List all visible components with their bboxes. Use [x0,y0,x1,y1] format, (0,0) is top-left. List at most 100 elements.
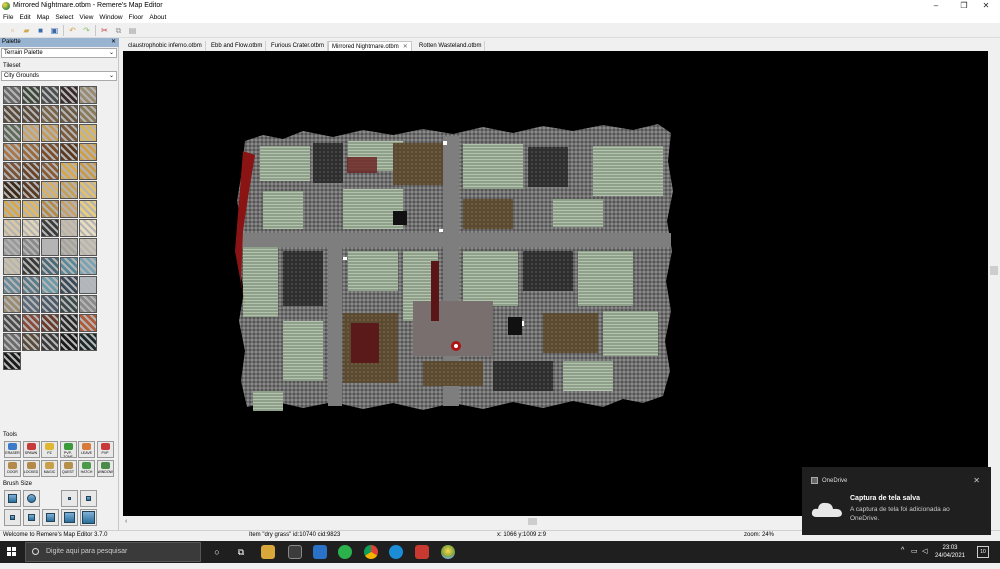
terrain-tile[interactable] [41,238,59,256]
terrain-tile[interactable] [79,200,97,218]
terrain-tile[interactable] [41,219,59,237]
terrain-tile[interactable] [41,143,59,161]
terrain-tile[interactable] [3,314,21,332]
brush-size-6[interactable] [61,509,78,526]
tab-ebb-and-flow[interactable]: Ebb and Flow.otbm [208,41,267,51]
terrain-tile[interactable] [3,257,21,275]
brush-size-3[interactable] [4,509,21,526]
terrain-tile[interactable] [60,105,78,123]
snip-tool-icon[interactable] [415,545,429,559]
menu-map[interactable]: Map [34,12,53,23]
terrain-tile[interactable] [3,181,21,199]
terrain-tile[interactable] [41,333,59,351]
terrain-tile[interactable] [60,257,78,275]
terrain-tile[interactable] [22,276,40,294]
save-all-icon[interactable]: ▣ [49,25,60,36]
scroll-left-icon[interactable]: ‹ [125,516,127,527]
terrain-tile[interactable] [41,200,59,218]
terrain-tile[interactable] [79,238,97,256]
mail-icon[interactable] [313,545,327,559]
vertical-scrollbar[interactable] [988,51,1000,516]
terrain-tile[interactable] [60,124,78,142]
terrain-tile[interactable] [22,181,40,199]
terrain-tile[interactable] [79,219,97,237]
terrain-tile[interactable] [60,276,78,294]
terrain-tile[interactable] [3,295,21,313]
terrain-tile[interactable] [60,162,78,180]
terrain-tile[interactable] [60,86,78,104]
terrain-tile[interactable] [3,124,21,142]
close-window-button[interactable]: ✕ [972,0,1000,12]
terrain-tile[interactable] [41,276,59,294]
menu-edit[interactable]: Edit [16,12,33,23]
tool-pvp[interactable]: PVP [96,441,114,458]
notification-close-icon[interactable]: ✕ [973,476,980,485]
tool-pvp-zone[interactable]: PVP-ZONE [59,441,77,458]
tray-chevron-up-icon[interactable]: ^ [901,547,904,569]
terrain-tile[interactable] [3,276,21,294]
menu-file[interactable]: File [0,12,16,23]
terrain-tile[interactable] [3,143,21,161]
terrain-tile[interactable] [60,333,78,351]
cut-icon[interactable]: ✂ [99,25,110,36]
tool-quest[interactable]: QUEST [59,460,77,477]
tab-close-icon[interactable]: ✕ [403,44,408,50]
chrome-icon[interactable] [364,545,378,559]
terrain-tile[interactable] [60,219,78,237]
terrain-tile[interactable] [22,219,40,237]
terrain-tile[interactable] [22,238,40,256]
menu-floor[interactable]: Floor [126,12,147,23]
volume-icon[interactable]: ◁ [922,547,927,569]
terrain-tile[interactable] [3,200,21,218]
palette-type-select[interactable]: Terrain Palette ⌄ [1,48,117,58]
store-icon[interactable] [288,545,302,559]
terrain-tile[interactable] [22,124,40,142]
terrain-tile[interactable] [3,105,21,123]
terrain-tile[interactable] [60,238,78,256]
terrain-tile[interactable] [79,295,97,313]
brush-size-4[interactable] [23,509,40,526]
terrain-tile[interactable] [41,181,59,199]
terrain-tile[interactable] [79,314,97,332]
terrain-tile[interactable] [22,86,40,104]
open-folder-icon[interactable]: ▰ [21,25,32,36]
terrain-tile[interactable] [79,124,97,142]
taskbar-clock[interactable]: 23:03 24/04/2021 [930,544,970,560]
terrain-tile[interactable] [79,181,97,199]
terrain-tile[interactable] [60,181,78,199]
tab-claustrophobic-inferno[interactable]: claustrophobic inferno.otbm [125,41,206,51]
terrain-tile[interactable] [41,105,59,123]
menu-about[interactable]: About [146,12,169,23]
windows-start-icon[interactable] [7,547,17,557]
minimize-button[interactable]: – [922,0,950,12]
terrain-tile[interactable] [79,276,97,294]
brush-size-1[interactable] [61,490,78,507]
tool-locked[interactable]: LOCKED [22,460,40,477]
map-canvas[interactable] [123,51,988,516]
tool-eraser[interactable]: ERASER [4,441,21,458]
terrain-tile[interactable] [22,162,40,180]
terrain-tile[interactable] [60,200,78,218]
tab-furious-crater[interactable]: Furious Crater.otbm [268,41,329,51]
terrain-tile[interactable] [41,257,59,275]
palette-close-icon[interactable]: ✕ [111,38,116,47]
file-explorer-icon[interactable] [261,545,275,559]
brush-square-small[interactable] [4,490,21,507]
terrain-tile[interactable] [3,219,21,237]
terrain-tile[interactable] [79,333,97,351]
tool-spawn[interactable]: SPAWN [22,441,40,458]
tool-window[interactable]: WINDOW [96,460,114,477]
terrain-tile[interactable] [3,162,21,180]
network-icon[interactable]: ▭ [911,547,918,569]
terrain-tile[interactable] [22,143,40,161]
terrain-tile[interactable] [3,352,21,370]
terrain-tile[interactable] [79,143,97,161]
edge-icon[interactable] [389,545,403,559]
tab-rotten-wasteland[interactable]: Rotten Wasteland.otbm [416,41,486,51]
onedrive-notification[interactable]: OneDrive ✕ Captura de tela salva A captu… [802,467,991,535]
vertical-scroll-thumb[interactable] [990,266,998,275]
copy-icon[interactable]: ⧉ [113,25,124,36]
brush-size-2[interactable] [80,490,97,507]
brush-size-7[interactable] [80,509,97,526]
terrain-tile[interactable] [60,295,78,313]
